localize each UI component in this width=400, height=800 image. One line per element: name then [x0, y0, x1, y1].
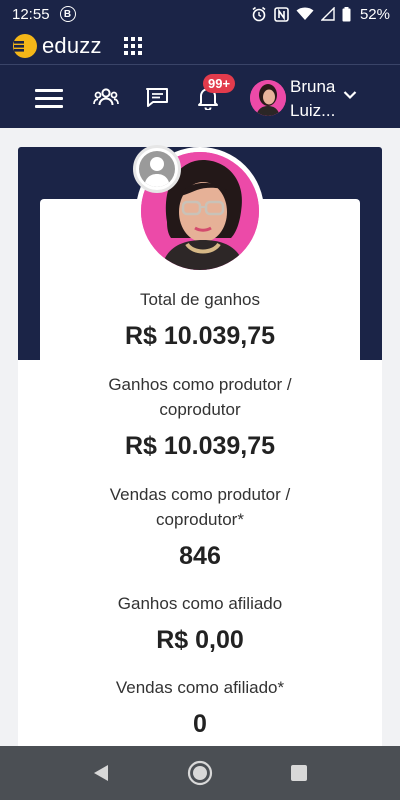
- recent-apps-icon[interactable]: [286, 760, 312, 786]
- back-icon[interactable]: [88, 760, 114, 786]
- affiliate-earnings-label: Ganhos como afiliado: [117, 594, 283, 613]
- producer-sales-value: 846: [179, 542, 221, 570]
- chat-icon[interactable]: [142, 83, 172, 113]
- producer-sales-label-line-2: coprodutor*: [156, 510, 244, 529]
- android-navigation-bar: [0, 746, 400, 800]
- b-notification-icon: B: [59, 6, 76, 22]
- user-name[interactable]: Bruna Luiz...: [290, 75, 335, 123]
- affiliate-sales-value: 0: [193, 710, 207, 738]
- producer-earnings-value: R$ 10.039,75: [124, 432, 276, 460]
- status-time: 12:55: [12, 5, 50, 23]
- nfc-icon: [274, 6, 289, 22]
- people-icon[interactable]: [91, 83, 121, 113]
- user-name-line-2: Luiz...: [290, 101, 336, 120]
- battery-level: 52%: [359, 5, 390, 23]
- eduzz-logo-icon: [13, 34, 37, 58]
- notification-badge[interactable]: 99+: [203, 74, 236, 93]
- signal-icon: [320, 7, 335, 21]
- nav-bar: [0, 65, 400, 128]
- default-avatar-icon[interactable]: [133, 145, 181, 193]
- earnings-card: [40, 199, 360, 759]
- eduzz-logo[interactable]: eduzz: [12, 33, 102, 59]
- battery-icon: [342, 6, 351, 22]
- user-name-line-1: Bruna: [290, 77, 336, 96]
- home-icon[interactable]: [187, 760, 213, 786]
- app-bar: eduzz: [0, 28, 400, 64]
- alarm-icon: [251, 6, 267, 22]
- avatar[interactable]: [250, 80, 286, 116]
- total-earnings-value: R$ 10.039,75: [124, 322, 276, 350]
- chevron-down-icon[interactable]: [343, 90, 357, 100]
- wifi-icon: [296, 7, 314, 21]
- affiliate-sales-label: Vendas como afiliado*: [115, 678, 285, 697]
- producer-earnings-label-line-2: coprodutor: [159, 400, 241, 419]
- logo-text: eduzz: [42, 33, 102, 58]
- producer-sales-label-line-1: Vendas como produtor /: [109, 485, 291, 504]
- apps-grid-icon[interactable]: [123, 37, 142, 55]
- affiliate-earnings-value: R$ 0,00: [156, 626, 244, 654]
- total-earnings-label: Total de ganhos: [139, 290, 261, 309]
- status-bar: 12:55 B 52%: [0, 0, 400, 28]
- menu-icon[interactable]: [34, 83, 64, 113]
- producer-earnings-label-line-1: Ganhos como produtor /: [108, 375, 292, 394]
